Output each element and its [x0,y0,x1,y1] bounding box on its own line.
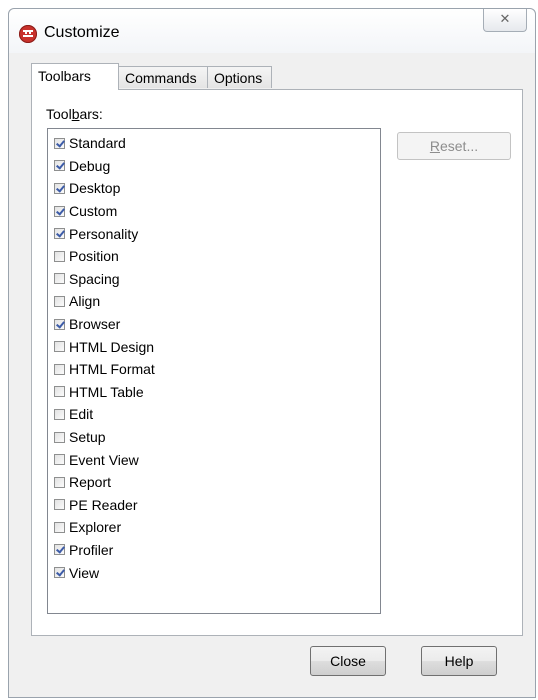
toolbar-list-item[interactable]: Report [48,471,380,494]
toolbar-checkbox[interactable] [54,431,65,443]
toolbar-list-item[interactable]: Event View [48,448,380,471]
toolbar-list-item[interactable]: Profiler [48,539,380,562]
toolbar-label: Spacing [69,270,120,287]
toolbar-label: Debug [69,157,111,174]
toolbars-list-label: Toolbars: [46,106,103,122]
toolbar-list-item[interactable]: HTML Design [48,335,380,358]
toolbar-checkbox[interactable] [54,228,65,240]
toolbar-label: Standard [69,135,126,152]
toolbar-label: Event View [69,451,139,468]
toolbar-checkbox[interactable] [54,250,65,262]
toolbar-label: Setup [69,429,106,446]
toolbar-list-item[interactable]: Browser [48,313,380,336]
toolbar-label: Report [69,474,112,491]
toolbar-checkbox[interactable] [54,295,65,307]
help-button[interactable]: Help [421,646,497,676]
toolbar-checkbox[interactable] [54,386,65,398]
toolbar-label: Explorer [69,519,122,536]
toolbar-list-item[interactable]: HTML Table [48,381,380,404]
toolbar-label: HTML Format [69,361,155,378]
title-bar[interactable]: Customize ✕ [9,9,535,53]
toolbar-checkbox[interactable] [54,476,65,488]
toolbar-list-item[interactable]: Edit [48,403,380,426]
window-title: Customize [44,24,120,41]
toolbar-list-item[interactable]: Personality [48,222,380,245]
toolbar-list-item[interactable]: Custom [48,200,380,223]
toolbar-label: Desktop [69,180,121,197]
toolbar-checkbox[interactable] [54,499,65,511]
toolbar-label: Personality [69,225,139,242]
toolbar-list-item[interactable]: Debug [48,155,380,178]
toolbar-list-item[interactable]: PE Reader [48,494,380,517]
tab-commands[interactable]: Commands [118,66,208,88]
toolbar-list-item[interactable]: Spacing [48,268,380,291]
toolbar-list-item[interactable]: Explorer [48,516,380,539]
toolbar-list-item[interactable]: HTML Format [48,358,380,381]
toolbar-checkbox[interactable] [54,137,65,149]
reset-text-end: eset... [439,138,479,154]
label-text-end: ars: [79,106,103,122]
toolbar-label: PE Reader [69,496,138,513]
toolbar-label: HTML Design [69,338,155,355]
toolbar-list-item[interactable]: Setup [48,426,380,449]
toolbar-checkbox[interactable] [54,318,65,330]
toolbar-checkbox[interactable] [54,182,65,194]
reset-button[interactable]: Reset... [397,132,511,160]
customize-dialog: Customize ✕ Toolbars Commands Options To… [8,8,536,698]
toolbar-label: Edit [69,406,94,423]
label-text-start: Tool [46,106,72,122]
toolbar-checkbox[interactable] [54,521,65,533]
toolbars-panel: Toolbars: Standard Debug Desktop Custom Pers… [31,89,523,636]
toolbar-checkbox[interactable] [54,160,65,172]
toolbar-label: HTML Table [69,383,144,400]
tab-toolbars[interactable]: Toolbars [31,63,119,90]
toolbar-checkbox[interactable] [54,363,65,375]
window-close-button[interactable]: ✕ [483,9,527,32]
app-icon [19,25,37,43]
tab-options[interactable]: Options [207,66,272,88]
toolbar-list-item[interactable]: Standard [48,132,380,155]
reset-mnemonic: R [429,138,440,154]
toolbar-list-item[interactable]: Position [48,245,380,268]
toolbar-label: Profiler [69,541,114,558]
toolbar-checkbox[interactable] [54,273,65,285]
toolbar-checkbox[interactable] [54,205,65,217]
toolbar-checkbox[interactable] [54,408,65,420]
toolbar-label: Custom [69,203,118,220]
close-button[interactable]: Close [310,646,386,676]
toolbar-list-item[interactable]: Desktop [48,177,380,200]
toolbar-label: Position [69,248,119,265]
toolbars-list[interactable]: Standard Debug Desktop Custom Personality Pos… [47,128,381,614]
toolbar-checkbox[interactable] [54,341,65,353]
toolbar-list-item[interactable]: View [48,561,380,584]
toolbar-label: View [69,564,100,581]
toolbar-list-item[interactable]: Align [48,290,380,313]
toolbar-checkbox[interactable] [54,454,65,466]
toolbar-label: Browser [69,316,121,333]
toolbar-label: Align [69,293,101,310]
toolbar-checkbox[interactable] [54,544,65,556]
toolbar-checkbox[interactable] [54,567,65,579]
